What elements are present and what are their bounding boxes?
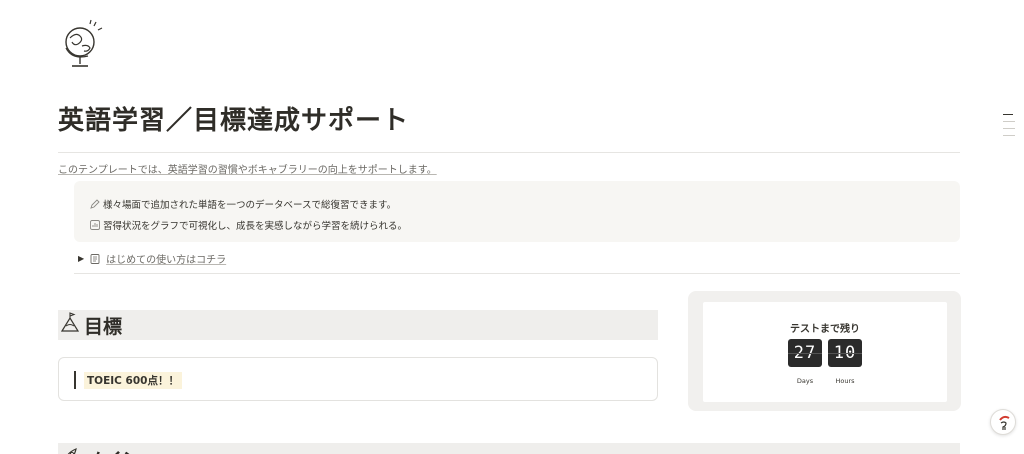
toc-item-active[interactable]	[1003, 114, 1013, 115]
book-icon	[90, 253, 100, 264]
help-button[interactable]	[990, 409, 1016, 435]
intro-link[interactable]: このテンプレートでは、英語学習の習慣やボキャブラリーの向上をサポートします。	[58, 161, 437, 176]
callout-line-2: 習得状況をグラフで可視化し、成長を実感しながら学習を続けられる。	[90, 218, 407, 232]
rocket-icon	[60, 445, 82, 454]
callout-text-2: 習得状況をグラフで可視化し、成長を実感しながら学習を続けられる。	[103, 221, 408, 232]
usage-toggle-label[interactable]: はじめての使い方はコチラ	[106, 251, 226, 266]
globe-icon[interactable]	[58, 18, 106, 72]
countdown-card: テストまで残り 27 10 Days Hours	[703, 302, 947, 402]
usage-toggle[interactable]: ▶ はじめての使い方はコチラ	[78, 251, 226, 266]
main-heading-text: メイン	[84, 445, 141, 454]
days-label: Days	[796, 377, 814, 385]
quote-bar	[74, 371, 76, 389]
hours-value: 10	[828, 339, 862, 367]
table-of-contents-rail[interactable]	[1003, 114, 1015, 142]
help-bird-icon	[999, 415, 1010, 430]
mountain-flag-icon	[60, 312, 82, 338]
toc-item[interactable]	[1003, 121, 1015, 122]
section-divider	[74, 273, 960, 274]
goal-heading: 目標	[58, 310, 658, 340]
chart-icon	[90, 220, 100, 230]
feature-callout: 様々場面で追加された単語を一つのデータベースで総復習できます。 習得状況をグラフ…	[74, 181, 960, 242]
page-title: 英語学習／目標達成サポート	[58, 106, 410, 136]
callout-text-1: 様々場面で追加された単語を一つのデータベースで総復習できます。	[103, 200, 397, 211]
triangle-right-icon[interactable]: ▶	[78, 254, 84, 263]
pencil-icon	[90, 199, 100, 209]
hours-label: Hours	[835, 377, 855, 385]
callout-line-1: 様々場面で追加された単語を一つのデータベースで総復習できます。	[90, 197, 396, 211]
countdown-widget: テストまで残り 27 10 Days Hours	[688, 291, 961, 411]
main-heading: メイン	[58, 443, 960, 454]
goal-quote: TOEIC 600点！！	[58, 357, 658, 401]
countdown-title: テストまで残り	[790, 324, 860, 335]
toc-item[interactable]	[1003, 128, 1015, 129]
goal-heading-text: 目標	[84, 315, 123, 338]
goal-text: TOEIC 600点！！	[84, 372, 182, 389]
days-value: 27	[788, 339, 822, 367]
title-divider	[58, 152, 960, 153]
toc-item[interactable]	[1003, 135, 1015, 136]
